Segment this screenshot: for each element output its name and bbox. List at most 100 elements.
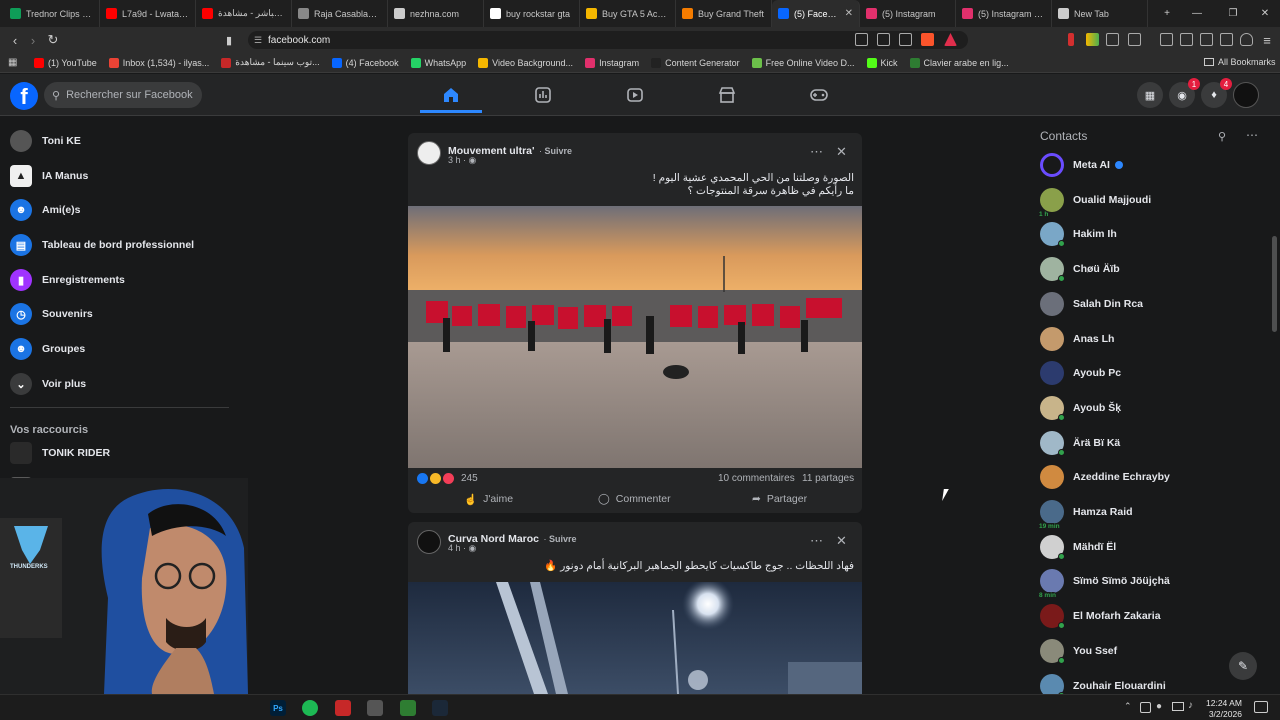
contact-item[interactable]: El Mofarh Zakaria [1040, 601, 1161, 631]
media-icon[interactable] [335, 700, 351, 716]
sidebar-item[interactable]: ☻ Groupes [10, 335, 85, 363]
sidebar-item[interactable]: Toni KE [10, 127, 81, 155]
post-photo[interactable] [408, 582, 862, 694]
leo-ai-icon[interactable] [1220, 33, 1233, 46]
sidebar-toggle-icon[interactable] [1180, 33, 1193, 46]
new-message-icon[interactable]: ✎ [1229, 652, 1257, 680]
extension-red-icon[interactable] [1068, 33, 1074, 46]
notification-center-icon[interactable] [1254, 701, 1268, 713]
share-button[interactable]: ➦ Partager [752, 489, 807, 509]
reactions-summary[interactable]: 245 [417, 473, 478, 484]
extension-color-icon[interactable] [1086, 33, 1099, 46]
bookmark-item[interactable]: توب سينما - مشاهدة... [221, 57, 320, 68]
cast-icon[interactable] [877, 33, 890, 46]
contact-item[interactable]: Ärä Bï Kä [1040, 428, 1120, 458]
post-author-avatar[interactable] [417, 141, 441, 165]
browser-tab[interactable]: (5) Instagram [860, 0, 956, 27]
scrollbar-thumb[interactable] [1272, 236, 1277, 332]
bookmark-item[interactable]: Free Online Video D... [751, 57, 855, 68]
comment-button[interactable]: ◯ Commenter [598, 489, 671, 509]
sidebar-item[interactable]: ▲ IA Manus [10, 162, 88, 190]
steam-icon[interactable] [432, 700, 448, 716]
contacts-search-icon[interactable]: ⚲ [1218, 130, 1226, 143]
contacts-more-icon[interactable]: ⋯ [1246, 128, 1258, 142]
contact-item[interactable]: Anas Lh [1040, 324, 1114, 354]
new-tab-button[interactable]: + [1150, 0, 1184, 27]
nav-marketplace-icon[interactable] [696, 80, 758, 110]
nav-reels-icon[interactable] [512, 80, 574, 110]
sidebar-item[interactable]: ☻ Ami(e)s [10, 196, 81, 224]
tray-chevron-icon[interactable]: ⌃ [1124, 701, 1132, 712]
contact-item[interactable]: Meta AI [1040, 150, 1123, 180]
bookmark-item[interactable]: WhatsApp [410, 57, 466, 68]
sidebar-item[interactable]: ◷ Souvenirs [10, 300, 93, 328]
browser-tab[interactable]: Raja Casablanca [292, 0, 388, 27]
bookmark-item[interactable]: Clavier arabe en lig... [909, 57, 1009, 68]
contact-item[interactable]: Salah Din Rca [1040, 289, 1143, 319]
nav-video-icon[interactable] [604, 80, 666, 110]
browser-tab[interactable]: Buy GTA 5 Accou [580, 0, 676, 27]
green-app-icon[interactable] [400, 700, 416, 716]
contact-item[interactable]: 19 min Hamza Raid [1038, 497, 1133, 530]
post-time[interactable]: 3 h · ◉ [448, 155, 476, 166]
browser-tab[interactable]: buy rockstar gta [484, 0, 580, 27]
contact-item[interactable]: Ayoub Pc [1040, 358, 1121, 388]
sidebar-item[interactable]: ▮ Enregistrements [10, 266, 125, 294]
post-more-icon[interactable]: ⋯ [810, 144, 823, 160]
network-icon[interactable] [1172, 702, 1184, 711]
follow-button[interactable]: Suivre [549, 534, 577, 544]
maximize-button[interactable]: ❐ [1216, 0, 1250, 27]
facebook-logo-icon[interactable]: f [10, 82, 38, 110]
sidebar-item[interactable]: ▤ Tableau de bord professionnel [10, 231, 194, 259]
browser-tab[interactable]: nezhna.com [388, 0, 484, 27]
media-control-icon[interactable] [1160, 33, 1173, 46]
facebook-search-input[interactable]: ⚲ Rechercher sur Facebook [44, 82, 202, 108]
back-icon[interactable]: ‹ [6, 31, 24, 49]
post-close-icon[interactable]: ✕ [836, 144, 847, 160]
menu-grid-icon[interactable]: ▦ [1137, 82, 1163, 108]
contact-item[interactable]: Azeddine Echrayby [1040, 462, 1170, 492]
nav-home-icon[interactable] [420, 80, 482, 113]
volume-icon[interactable]: ♪ [1188, 700, 1193, 711]
like-button[interactable]: ☝ J'aime [464, 489, 513, 509]
spotify-icon[interactable] [302, 700, 318, 716]
browser-tab[interactable]: (5) Facebook ✕ [772, 0, 860, 27]
post-author-avatar[interactable] [417, 530, 441, 554]
comments-count[interactable]: 10 commentaires [718, 473, 795, 484]
nav-gaming-icon[interactable] [788, 80, 850, 110]
contact-item[interactable]: Hakim Ih [1040, 219, 1117, 249]
mic-icon[interactable]: ● [1156, 701, 1162, 712]
post-time[interactable]: 4 h · ◉ [448, 543, 476, 554]
browser-tab[interactable]: Buy Grand Theft [676, 0, 772, 27]
contact-item[interactable]: You Ssef [1040, 636, 1117, 666]
sidebar-item[interactable]: ⌄ Voir plus [10, 370, 86, 398]
tray-app-icon[interactable] [1140, 702, 1151, 713]
forward-icon[interactable]: › [24, 31, 42, 49]
apps-grid-icon[interactable]: ▦ [8, 57, 19, 68]
bookmark-item[interactable]: Kick [866, 57, 898, 68]
translate-icon[interactable] [855, 33, 868, 46]
bookmark-item[interactable]: Video Background... [478, 57, 573, 68]
shares-count[interactable]: 11 partages [802, 473, 854, 484]
vpn-shield-icon[interactable] [1240, 33, 1253, 46]
bookmark-item[interactable]: Inbox (1,534) - ilyas... [108, 57, 209, 68]
photoshop-icon[interactable]: Ps [270, 700, 286, 716]
extension-icon[interactable] [1106, 33, 1119, 46]
contact-item[interactable]: 1 h Oualid Majjoudi [1038, 185, 1151, 218]
tab-close-icon[interactable]: ✕ [845, 8, 853, 19]
contact-item[interactable]: Ayoub Šķ [1040, 393, 1121, 423]
close-window-button[interactable]: ✕ [1248, 0, 1280, 27]
account-avatar[interactable] [1233, 82, 1259, 108]
post-more-icon[interactable]: ⋯ [810, 533, 823, 549]
post-photo[interactable] [408, 206, 862, 468]
bookmark-item[interactable]: (4) Facebook [331, 57, 399, 68]
browser-tab[interactable]: (5) Instagram • M [956, 0, 1052, 27]
all-bookmarks-button[interactable]: All Bookmarks [1204, 57, 1276, 67]
browser-tab[interactable]: L7a9d - Lwataniyy [100, 0, 196, 27]
site-info-icon[interactable]: ☰ [254, 35, 262, 46]
chrome-icon[interactable] [367, 700, 383, 716]
browser-tab[interactable]: New Tab [1052, 0, 1148, 27]
post-close-icon[interactable]: ✕ [836, 533, 847, 549]
browser-tab[interactable]: بث مباشر - مشاهدة [196, 0, 292, 27]
notifications-bell-icon[interactable]: ♦ 4 [1201, 78, 1232, 108]
